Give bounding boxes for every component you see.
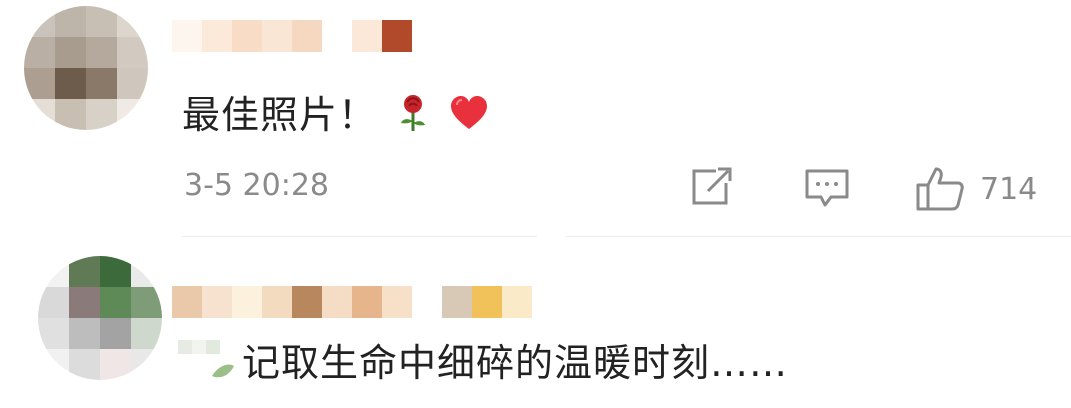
comment-item: 记取生命中细碎的温暖时刻…… — [0, 238, 1071, 408]
share-icon — [688, 165, 734, 209]
avatar[interactable] — [38, 256, 162, 380]
heart-emoji — [449, 95, 489, 140]
reply-button[interactable] — [803, 165, 851, 209]
reply-icon — [803, 165, 851, 209]
avatar[interactable] — [24, 6, 148, 130]
username[interactable] — [172, 286, 532, 318]
comment-text: 记取生命中细碎的温暖时刻…… — [242, 341, 789, 385]
like-count: 714 — [980, 171, 1038, 207]
thumbs-up-icon — [914, 165, 966, 213]
comment-item: 最佳照片！ 3-5 20:28 714 — [0, 0, 1071, 238]
share-button[interactable] — [688, 165, 734, 209]
comment-text-content: 最佳照片！ — [182, 93, 378, 137]
divider — [182, 236, 537, 237]
timestamp: 3-5 20:28 — [184, 168, 329, 203]
leaf-emoji — [178, 336, 236, 384]
username[interactable] — [172, 20, 412, 52]
comment-text: 最佳照片！ — [182, 84, 489, 142]
like-button[interactable]: 714 — [914, 165, 1037, 213]
divider — [566, 236, 1071, 237]
rose-emoji — [398, 93, 428, 142]
